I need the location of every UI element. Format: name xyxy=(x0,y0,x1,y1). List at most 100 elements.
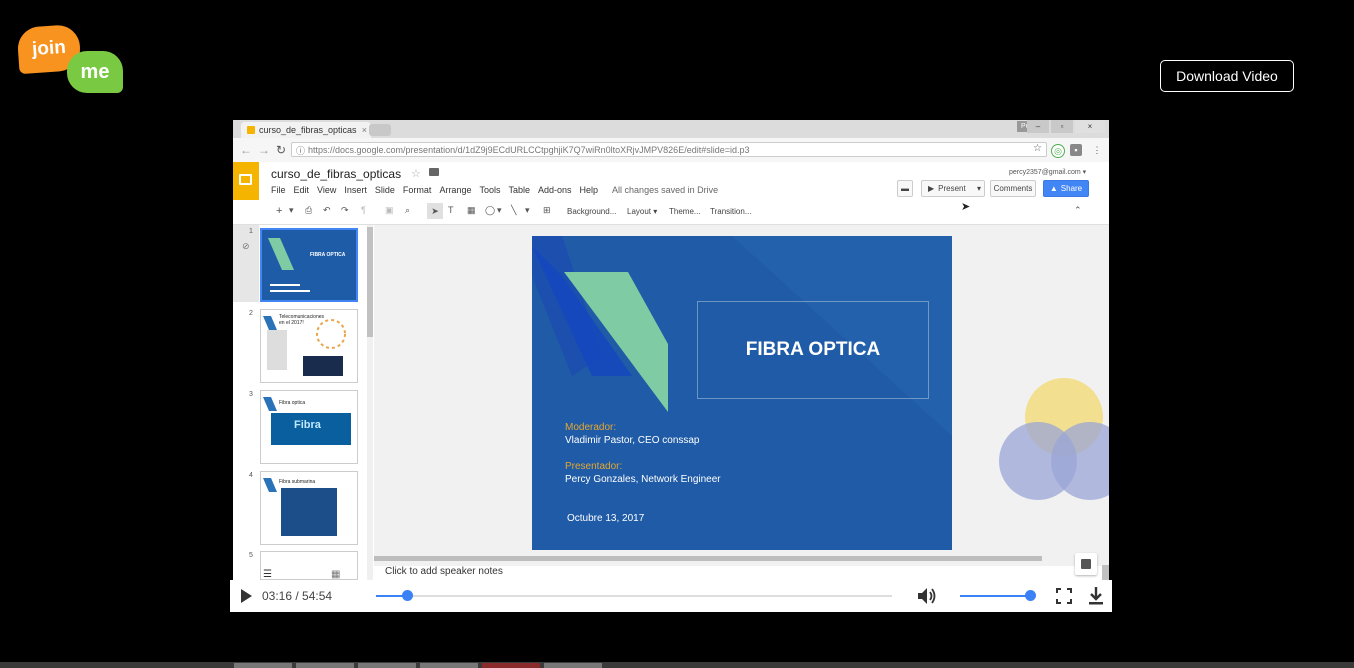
taskbar-item-6[interactable] xyxy=(544,663,602,668)
new-slide-dropdown-icon[interactable]: ▾ xyxy=(289,205,294,216)
new-slide-icon[interactable]: + xyxy=(276,205,282,217)
menu-slide[interactable]: Slide xyxy=(375,185,395,195)
menu-tools[interactable]: Tools xyxy=(479,185,500,195)
extension-2-icon[interactable]: ▪ xyxy=(1070,144,1082,156)
taskbar-item-1[interactable] xyxy=(234,663,292,668)
account-email[interactable]: percy2357@gmail.com ▾ xyxy=(1009,168,1086,176)
download-icon[interactable] xyxy=(1087,586,1105,606)
background-button[interactable]: Background... xyxy=(567,207,616,216)
slide-number-3: 3 xyxy=(249,391,253,398)
print-icon[interactable]: ⎙ xyxy=(305,205,312,216)
taskbar-item-2[interactable] xyxy=(296,663,354,668)
folder-icon[interactable] xyxy=(429,168,439,176)
canvas-vertical-scrollbar[interactable] xyxy=(1102,565,1109,580)
line-icon[interactable]: ╲ xyxy=(511,205,516,216)
menu-help[interactable]: Help xyxy=(580,185,599,195)
progress-handle[interactable] xyxy=(401,590,413,601)
new-tab-button[interactable] xyxy=(369,124,391,136)
slide-date: Octubre 13, 2017 xyxy=(567,513,645,524)
menu-file[interactable]: File xyxy=(271,185,286,195)
current-slide[interactable]: FIBRA OPTICA Moderador: Vladimir Pastor,… xyxy=(532,236,952,550)
maximize-button[interactable]: ▫ xyxy=(1051,120,1073,133)
slide-thumbnail-1[interactable]: FIBRA OPTICA xyxy=(260,228,358,302)
download-video-button[interactable]: Download Video xyxy=(1160,60,1294,92)
share-button[interactable]: ▲ Share xyxy=(1043,180,1089,197)
window-controls: – ▫ × xyxy=(1027,120,1105,133)
comment-history-icon[interactable]: ▬ xyxy=(897,180,913,197)
fullscreen-icon[interactable] xyxy=(1056,588,1072,604)
back-icon[interactable]: ← xyxy=(240,143,252,157)
tab-title: curso_de_fibras_opticas xyxy=(259,125,357,135)
filmstrip-view-icon[interactable]: ☰ xyxy=(263,569,272,580)
close-window-button[interactable]: × xyxy=(1075,120,1105,133)
canvas-horizontal-scrollbar[interactable] xyxy=(374,556,1042,561)
redo-icon[interactable]: ↷ xyxy=(341,205,349,216)
panel-scrollbar[interactable] xyxy=(367,225,373,580)
menu-bar: File Edit View Insert Slide Format Arran… xyxy=(271,185,718,195)
menu-insert[interactable]: Insert xyxy=(344,185,367,195)
slides-favicon-icon xyxy=(247,126,255,134)
grid-view-icon[interactable]: ▦ xyxy=(331,569,340,580)
present-button[interactable]: ▶ Present ▾ xyxy=(921,180,985,197)
paint-format-icon[interactable]: ¶ xyxy=(361,205,366,215)
venn-circles-graphic xyxy=(999,378,1109,500)
slide-number-4: 4 xyxy=(249,472,253,479)
slide-title[interactable]: FIBRA OPTICA xyxy=(697,301,929,399)
taskbar-item-4[interactable] xyxy=(420,663,478,668)
docs-header: curso_de_fibras_opticas ☆ File Edit View… xyxy=(233,162,1109,200)
volume-handle[interactable] xyxy=(1025,590,1036,601)
editor-toolbar: + ▾ ⎙ ↶ ↷ ¶ ▣ ⌕ ➤ T ▦ ◯ ▾ ╲ ▾ ⊞ Backgrou… xyxy=(233,200,1109,225)
url-input[interactable]: ⓘ https://docs.google.com/presentation/d… xyxy=(291,142,1047,157)
line-dropdown-icon[interactable]: ▾ xyxy=(525,205,530,216)
shape-icon[interactable]: ◯ xyxy=(485,205,495,216)
taskbar-item-5[interactable] xyxy=(482,663,540,668)
minimize-button[interactable]: – xyxy=(1027,120,1049,133)
menu-arrange[interactable]: Arrange xyxy=(439,185,471,195)
speaker-notes[interactable]: Click to add speaker notes xyxy=(374,566,1109,580)
menu-format[interactable]: Format xyxy=(403,185,432,195)
star-icon[interactable]: ☆ xyxy=(411,167,421,180)
browser-tab[interactable]: curso_de_fibras_opticas × xyxy=(241,122,371,138)
reload-icon[interactable]: ↻ xyxy=(276,143,286,157)
present-dropdown-icon[interactable]: ▾ xyxy=(977,184,981,193)
bookmark-star-icon[interactable]: ☆ xyxy=(1033,143,1042,154)
slides-logo-icon[interactable] xyxy=(233,162,259,200)
browser-menu-icon[interactable]: ⋮ xyxy=(1091,144,1103,156)
slide-thumbnail-3[interactable]: Fibra optica Fibra xyxy=(260,390,358,464)
undo-icon[interactable]: ↶ xyxy=(323,205,331,216)
slide-thumbnail-4[interactable]: Fibra submarina xyxy=(260,471,358,545)
slide-thumbnail-2[interactable]: Telecomunicaciones en el 2017! xyxy=(260,309,358,383)
menu-view[interactable]: View xyxy=(317,185,336,195)
slide-number-1: 1 xyxy=(249,228,253,235)
volume-track[interactable] xyxy=(960,595,1030,597)
comments-button[interactable]: Comments xyxy=(990,180,1036,197)
menu-edit[interactable]: Edit xyxy=(294,185,310,195)
explore-button[interactable] xyxy=(1075,553,1097,575)
document-title[interactable]: curso_de_fibras_opticas xyxy=(271,167,401,181)
tab-close-icon[interactable]: × xyxy=(362,125,367,135)
transition-button[interactable]: Transition... xyxy=(710,207,752,216)
volume-icon[interactable] xyxy=(916,586,936,606)
layout-button[interactable]: Layout ▾ xyxy=(627,207,657,216)
taskbar-item-3[interactable] xyxy=(358,663,416,668)
progress-track[interactable] xyxy=(376,595,892,597)
slide-thumbnail-5[interactable] xyxy=(260,551,358,580)
url-text: https://docs.google.com/presentation/d/1… xyxy=(308,144,750,155)
textbox-icon[interactable]: T xyxy=(448,205,454,215)
forward-icon[interactable]: → xyxy=(258,143,270,157)
play-icon[interactable] xyxy=(241,589,252,603)
theme-button[interactable]: Theme... xyxy=(669,207,701,216)
fit-icon[interactable]: ▣ xyxy=(385,205,394,216)
menu-addons[interactable]: Add-ons xyxy=(538,185,572,195)
select-cursor-icon[interactable]: ➤ xyxy=(427,203,443,219)
zoom-icon[interactable]: ⌕ xyxy=(405,205,410,216)
menu-table[interactable]: Table xyxy=(508,185,530,195)
image-icon[interactable]: ▦ xyxy=(467,205,476,216)
collapse-toolbar-icon[interactable]: ⌃ xyxy=(1074,205,1082,216)
add-comment-icon[interactable]: ⊞ xyxy=(543,205,551,216)
current-time: 03:16 xyxy=(262,589,293,603)
moderator-label: Moderador: xyxy=(565,422,617,433)
link-icon: ⊘ xyxy=(242,241,250,251)
shape-dropdown-icon[interactable]: ▾ xyxy=(497,205,502,216)
extension-icon[interactable]: ◎ xyxy=(1051,144,1065,158)
